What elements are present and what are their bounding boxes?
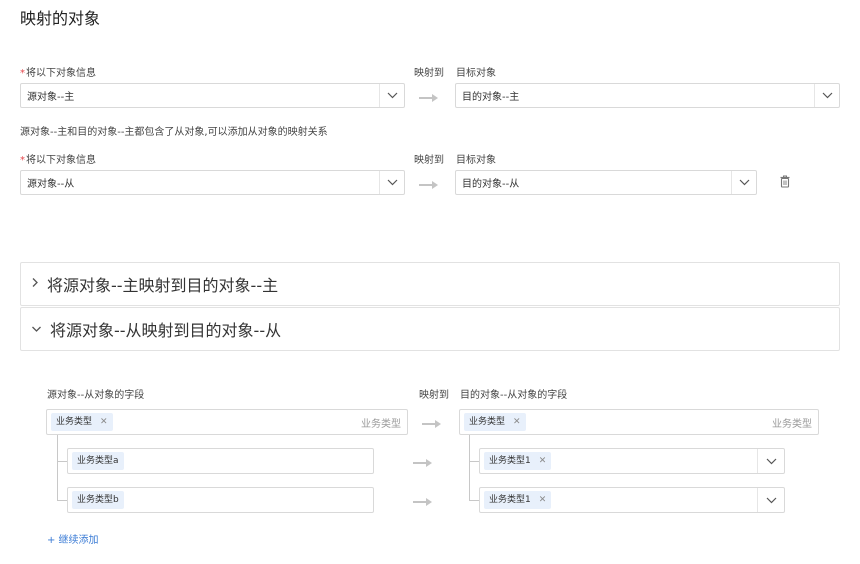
tree-connector [57,500,67,501]
source-object-value: 源对象--从 [27,179,75,190]
chevron-down-icon[interactable] [379,84,404,107]
target-object-value: 目的对象--从 [462,179,520,190]
source-object-value: 源对象--主 [27,92,75,103]
chevron-down-icon [31,323,42,336]
close-icon[interactable]: ✕ [539,452,547,470]
tree-connector [469,461,479,462]
source-child-field[interactable]: 业务类型a [67,448,374,474]
map-to-header: 映射到 [419,390,449,401]
close-icon[interactable]: ✕ [513,413,521,431]
chevron-down-icon[interactable] [814,84,839,107]
field-tag: 业务类型a [72,452,124,470]
chevron-down-icon[interactable] [731,171,756,194]
source-root-field[interactable]: 业务类型 ✕ 业务类型 [46,409,408,435]
field-placeholder: 业务类型 [772,418,812,430]
add-more-link[interactable]: + 继续添加 [47,531,99,546]
arrow-right-icon [422,418,442,431]
target-object-value: 目的对象--主 [462,92,520,103]
field-tag: 业务类型1 ✕ [484,491,552,509]
target-object-select[interactable]: 目的对象--主 [455,83,840,108]
panel-title: 将源对象--主映射到目的对象--主 [47,276,279,295]
info-note: 源对象--主和目的对象--主都包含了从对象,可以添加从对象的映射关系 [20,127,328,138]
target-fields-header: 目的对象--从对象的字段 [460,390,568,401]
required-mark: * [20,68,25,79]
page-title: 映射的对象 [20,9,101,28]
source-child-object-select[interactable]: 源对象--从 [20,170,405,195]
chevron-down-icon[interactable] [757,488,784,512]
source-object-label: *将以下对象信息 [20,151,96,166]
panel-title: 将源对象--从映射到目的对象--从 [50,321,282,340]
tag-label: 业务类型a [77,456,119,466]
map-to-label: 映射到 [414,68,444,79]
map-to-label: 映射到 [414,155,444,166]
field-tag: 业务类型 ✕ [464,413,526,431]
chevron-right-icon [31,277,39,291]
target-object-label: 目标对象 [456,155,496,166]
required-mark: * [20,155,25,166]
target-child-object-select[interactable]: 目的对象--从 [455,170,757,195]
close-icon[interactable]: ✕ [539,491,547,509]
trash-icon[interactable] [779,175,791,191]
target-child-field[interactable]: 业务类型1 ✕ [479,448,785,474]
tag-label: 业务类型b [77,495,119,505]
source-object-label-text: 将以下对象信息 [26,68,96,79]
arrow-right-icon [413,496,433,509]
tag-label: 业务类型 [56,417,93,427]
field-tag: 业务类型 ✕ [51,413,113,431]
source-object-select[interactable]: 源对象--主 [20,83,405,108]
tree-connector [57,461,67,462]
target-child-field[interactable]: 业务类型1 ✕ [479,487,785,513]
source-object-label: *将以下对象信息 [20,64,96,79]
target-object-label: 目标对象 [456,68,496,79]
source-child-field[interactable]: 业务类型b [67,487,374,513]
source-object-label-text: 将以下对象信息 [26,155,96,166]
field-tag: 业务类型1 ✕ [484,452,552,470]
field-placeholder: 业务类型 [361,418,401,430]
tree-connector [57,435,58,500]
source-fields-header: 源对象--从对象的字段 [47,390,145,401]
chevron-down-icon[interactable] [379,171,404,194]
tag-label: 业务类型 [469,417,506,427]
tree-connector [469,500,479,501]
chevron-down-icon[interactable] [757,449,784,473]
panel-main-mapping[interactable]: 将源对象--主映射到目的对象--主 [20,262,840,306]
arrow-right-icon [419,179,439,192]
close-icon[interactable]: ✕ [100,413,108,431]
tree-connector [469,435,470,500]
tag-label: 业务类型1 [489,456,531,466]
tag-label: 业务类型1 [489,495,531,505]
arrow-right-icon [413,457,433,470]
panel-child-mapping[interactable]: 将源对象--从映射到目的对象--从 [20,307,840,351]
arrow-right-icon [419,92,439,105]
field-tag: 业务类型b [72,491,124,509]
target-root-field[interactable]: 业务类型 ✕ 业务类型 [459,409,819,435]
